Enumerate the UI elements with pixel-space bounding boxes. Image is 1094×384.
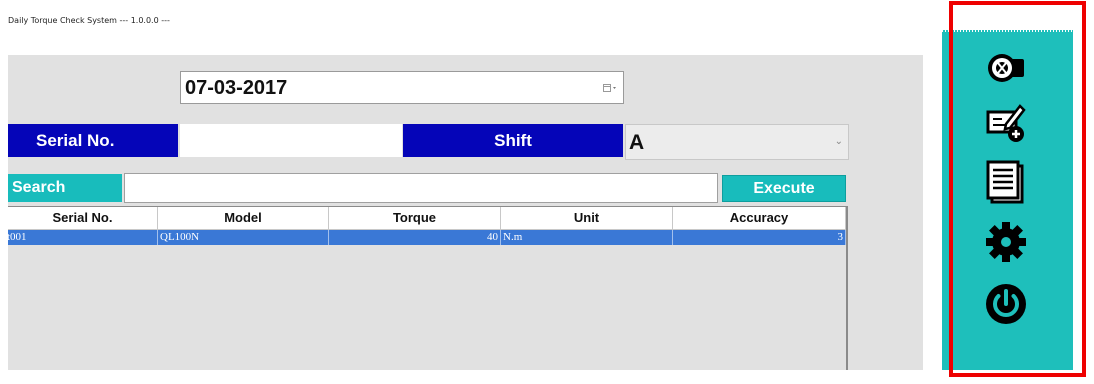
list-icon[interactable] xyxy=(984,160,1028,204)
calendar-dropdown-icon[interactable] xyxy=(603,83,617,93)
column-header-accuracy[interactable]: Accuracy xyxy=(673,207,846,230)
cell-model: QL100N xyxy=(158,230,329,245)
execute-button[interactable]: Execute xyxy=(722,175,846,202)
search-input[interactable] xyxy=(124,173,718,203)
cell-unit: N.m xyxy=(501,230,673,245)
date-picker[interactable]: 07-03-2017 xyxy=(180,71,624,104)
column-header-model[interactable]: Model xyxy=(158,207,329,230)
cell-accuracy: 3 xyxy=(673,230,846,245)
results-grid[interactable]: Serial No. Model Torque Unit Accuracy t0… xyxy=(8,206,848,370)
table-row[interactable]: t001 QL100N 40 N.m 3 xyxy=(8,230,846,245)
cell-serial: t001 xyxy=(8,230,158,245)
date-value: 07-03-2017 xyxy=(185,77,288,99)
gear-icon[interactable] xyxy=(984,220,1028,264)
chevron-down-icon: ⌄ xyxy=(834,136,843,147)
column-header-unit[interactable]: Unit xyxy=(501,207,673,230)
column-header-torque[interactable]: Torque xyxy=(329,207,501,230)
sidebar xyxy=(942,30,1073,370)
grid-header: Serial No. Model Torque Unit Accuracy xyxy=(8,207,846,230)
edit-add-icon[interactable] xyxy=(984,100,1028,144)
shift-select[interactable]: A ⌄ xyxy=(625,124,849,160)
shift-value: A xyxy=(629,131,645,154)
column-header-serial[interactable]: Serial No. xyxy=(8,207,158,230)
window-title: Daily Torque Check System --- 1.0.0.0 --… xyxy=(8,16,170,25)
camera-icon[interactable] xyxy=(984,46,1028,90)
sidebar-divider xyxy=(942,30,1073,32)
serial-no-label: Serial No. xyxy=(8,124,178,157)
serial-no-input[interactable] xyxy=(180,124,402,157)
shift-label: Shift xyxy=(403,124,623,157)
cell-torque: 40 xyxy=(329,230,501,245)
power-icon[interactable] xyxy=(984,282,1028,326)
search-button[interactable]: Search xyxy=(8,174,122,202)
